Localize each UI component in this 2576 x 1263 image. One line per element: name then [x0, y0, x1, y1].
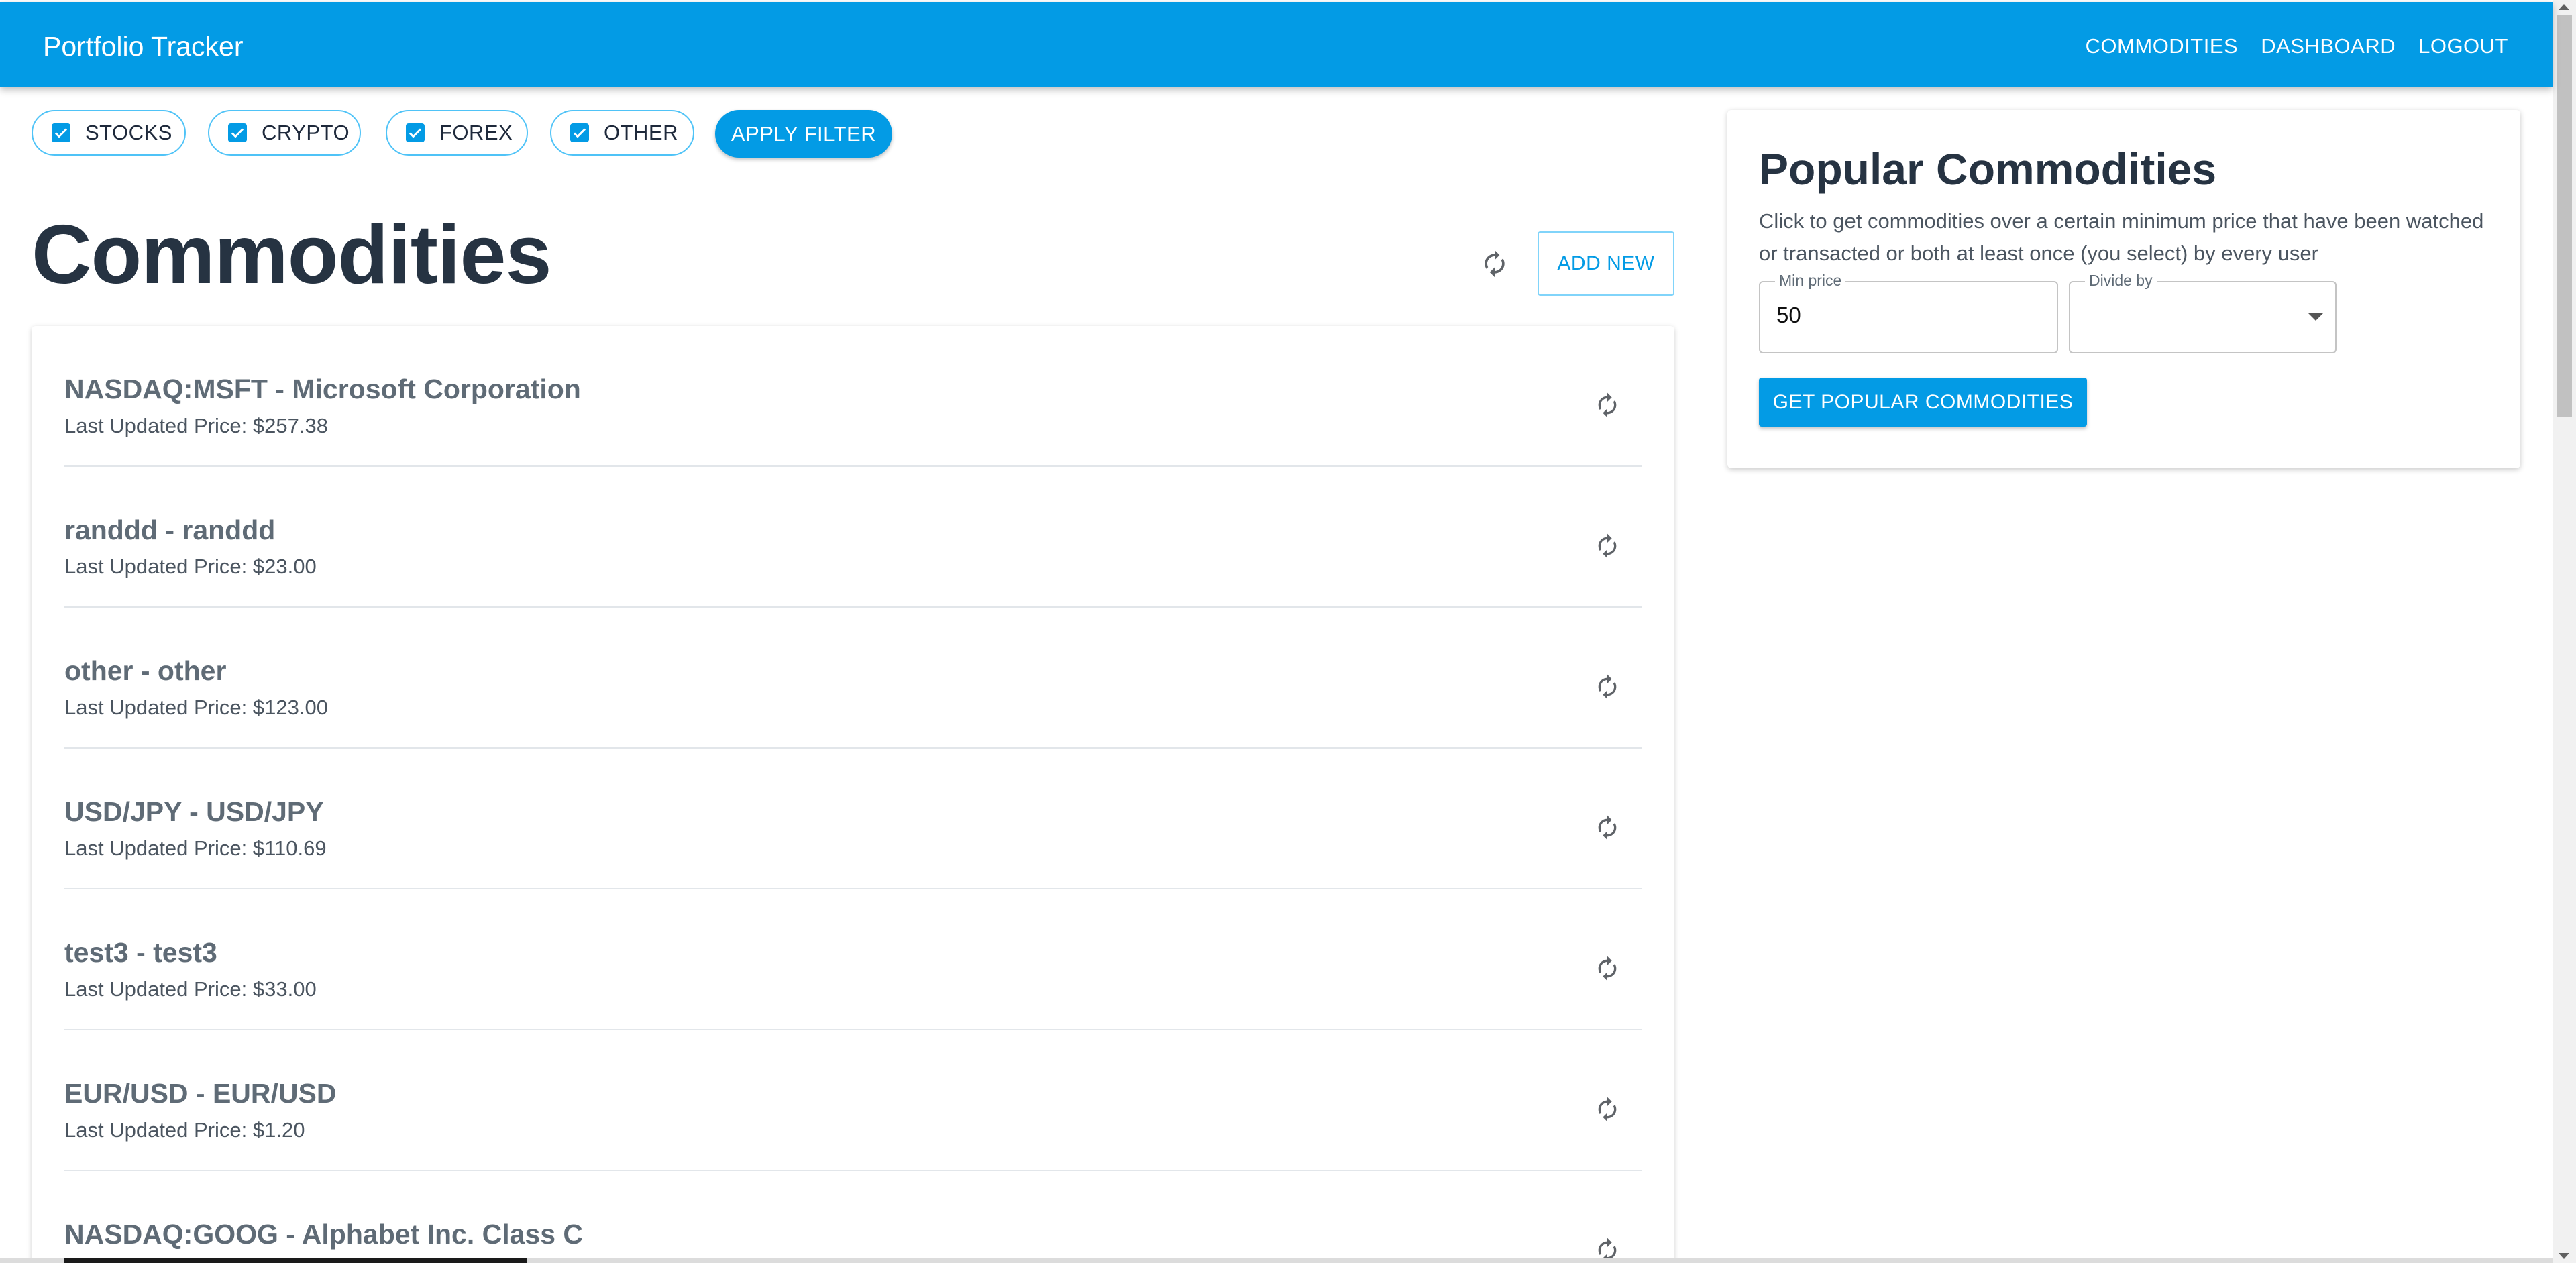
min-price-input[interactable] [1776, 303, 2031, 328]
app-title: Portfolio Tracker [43, 31, 244, 62]
commodity-price: Last Updated Price: $23.00 [64, 555, 317, 578]
list-item[interactable]: other - other Last Updated Price: $123.0… [64, 608, 1642, 749]
chevron-down-icon [2308, 313, 2323, 321]
filter-chip-label: CRYPTO [262, 121, 350, 144]
horizontal-scrollbar[interactable] [0, 1258, 2553, 1263]
popular-title: Popular Commodities [1759, 144, 2217, 194]
scrollbar-thumb[interactable] [2557, 15, 2572, 417]
commodity-price: Last Updated Price: $110.69 [64, 836, 327, 860]
checkbox-checked-icon[interactable] [228, 123, 247, 142]
horizontal-scrollbar-thumb[interactable] [64, 1258, 527, 1263]
refresh-icon [1598, 674, 1617, 700]
list-item[interactable]: randdd - randdd Last Updated Price: $23.… [64, 467, 1642, 608]
refresh-icon [1485, 250, 1505, 278]
refresh-item-button[interactable] [1591, 1093, 1623, 1125]
refresh-icon [1598, 815, 1617, 840]
checkbox-checked-icon[interactable] [406, 123, 425, 142]
refresh-icon [1598, 533, 1617, 559]
page-title: Commodities [32, 209, 551, 301]
apply-filter-button[interactable]: APPLY FILTER [715, 110, 892, 158]
filter-chip-label: FOREX [439, 121, 513, 144]
checkbox-checked-icon[interactable] [570, 123, 589, 142]
refresh-item-button[interactable] [1591, 671, 1623, 703]
app-root: Portfolio Tracker COMMODITIES DASHBOARD … [0, 0, 2576, 1263]
nav-commodities-link[interactable]: COMMODITIES [2086, 32, 2239, 61]
filter-chip-label: OTHER [604, 121, 678, 144]
refresh-icon [1598, 956, 1617, 981]
list-item[interactable]: test3 - test3 Last Updated Price: $33.00 [64, 889, 1642, 1030]
list-item[interactable]: NASDAQ:GOOG - Alphabet Inc. Class C [64, 1171, 1642, 1263]
commodity-price: Last Updated Price: $123.00 [64, 696, 328, 719]
divide-by-label: Divide by [2085, 270, 2157, 290]
commodity-title: other - other [64, 655, 227, 686]
filter-chip-crypto[interactable]: CRYPTO [208, 110, 361, 156]
refresh-item-button[interactable] [1591, 812, 1623, 844]
nav-logout-link[interactable]: LOGOUT [2418, 32, 2508, 61]
commodity-title: NASDAQ:MSFT - Microsoft Corporation [64, 374, 581, 404]
app-bar: Portfolio Tracker COMMODITIES DASHBOARD … [0, 2, 2553, 87]
list-item[interactable]: USD/JPY - USD/JPY Last Updated Price: $1… [64, 749, 1642, 889]
commodity-list: NASDAQ:MSFT - Microsoft Corporation Last… [32, 326, 1674, 1263]
filter-chip-other[interactable]: OTHER [550, 110, 694, 156]
commodity-title: NASDAQ:GOOG - Alphabet Inc. Class C [64, 1219, 584, 1250]
scroll-down-arrow-icon[interactable] [2559, 1253, 2569, 1259]
commodity-title: test3 - test3 [64, 937, 217, 968]
refresh-item-button[interactable] [1591, 530, 1623, 562]
commodity-price: Last Updated Price: $1.20 [64, 1118, 305, 1142]
commodity-price: Last Updated Price: $257.38 [64, 414, 328, 437]
refresh-all-button[interactable] [1476, 245, 1513, 282]
min-price-label: Min price [1775, 270, 1846, 290]
nav-dashboard-link[interactable]: DASHBOARD [2261, 32, 2396, 61]
list-item[interactable]: EUR/USD - EUR/USD Last Updated Price: $1… [64, 1030, 1642, 1171]
list-item[interactable]: NASDAQ:MSFT - Microsoft Corporation Last… [64, 326, 1642, 467]
commodity-title: USD/JPY - USD/JPY [64, 796, 324, 827]
scroll-up-arrow-icon[interactable] [2559, 4, 2569, 10]
checkbox-checked-icon[interactable] [52, 123, 70, 142]
refresh-icon [1598, 392, 1617, 418]
refresh-item-button[interactable] [1591, 952, 1623, 985]
popular-commodities-card: Popular Commodities Click to get commodi… [1727, 110, 2520, 468]
commodity-title: EUR/USD - EUR/USD [64, 1078, 337, 1109]
refresh-icon [1598, 1097, 1617, 1122]
divide-by-select[interactable]: Divide by [2069, 270, 2337, 353]
filter-chip-label: STOCKS [85, 121, 172, 144]
top-nav: COMMODITIES DASHBOARD LOGOUT [2086, 32, 2508, 61]
add-new-button[interactable]: ADD NEW [1538, 231, 1674, 296]
commodity-price: Last Updated Price: $33.00 [64, 977, 317, 1001]
popular-description: Click to get commodities over a certain … [1759, 209, 2484, 265]
min-price-field[interactable]: Min price [1759, 270, 2058, 353]
refresh-item-button[interactable] [1591, 389, 1623, 421]
filter-chip-stocks[interactable]: STOCKS [32, 110, 186, 156]
get-popular-commodities-button[interactable]: GET POPULAR COMMODITIES [1759, 378, 2087, 427]
filter-chip-forex[interactable]: FOREX [386, 110, 528, 156]
commodity-title: randdd - randdd [64, 514, 276, 545]
vertical-scrollbar[interactable] [2553, 0, 2576, 1263]
